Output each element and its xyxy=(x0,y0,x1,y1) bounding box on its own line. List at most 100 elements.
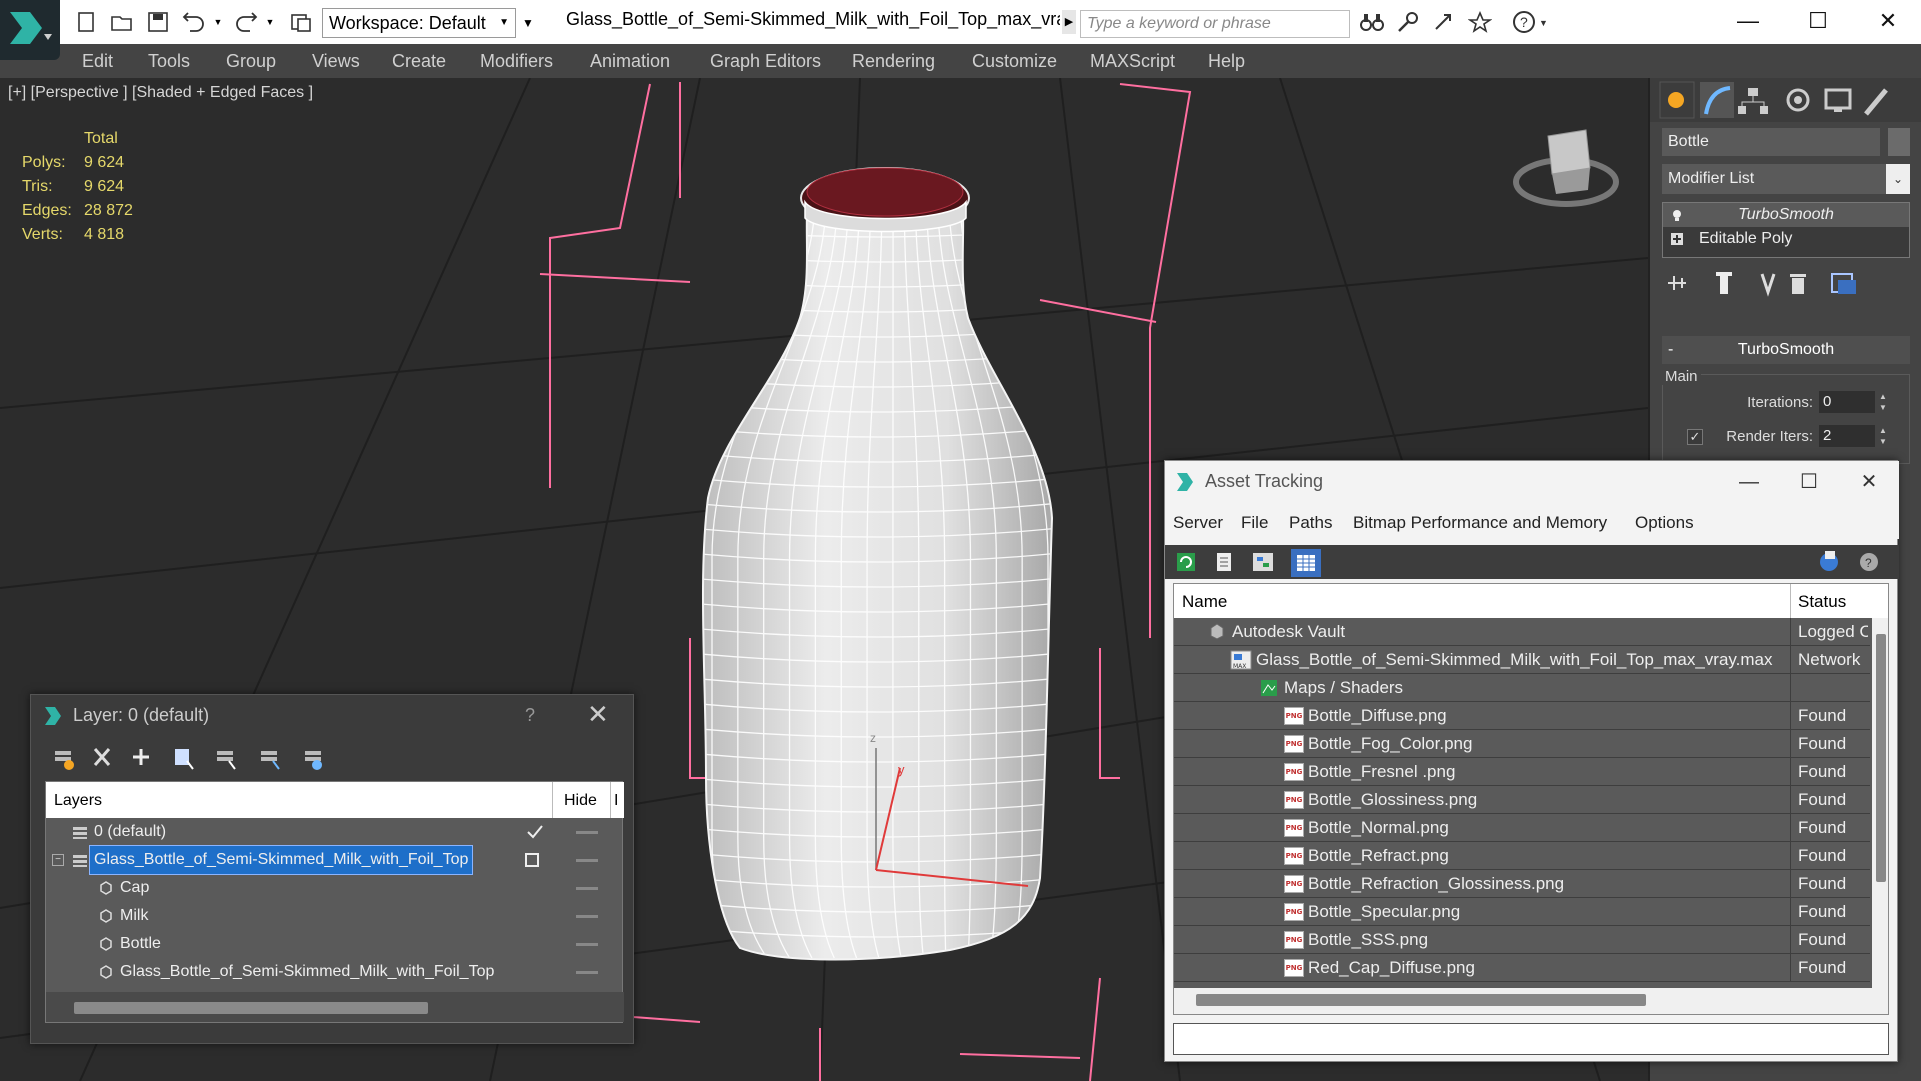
modify-tab-icon[interactable] xyxy=(1700,82,1734,118)
hide-toggle[interactable] xyxy=(576,859,598,862)
view-cube[interactable] xyxy=(1513,129,1619,207)
menu-help[interactable]: Help xyxy=(1208,51,1245,72)
project-folder-icon[interactable] xyxy=(288,8,316,36)
menu-bitmap-performance[interactable]: Bitmap Performance and Memory xyxy=(1353,513,1607,533)
stack-item-turbosmooth[interactable]: TurboSmooth xyxy=(1663,203,1909,227)
hide-toggle[interactable] xyxy=(576,971,598,974)
collapse-icon[interactable]: − xyxy=(52,854,64,866)
save-icon[interactable] xyxy=(144,8,172,36)
configure-modifier-sets-icon[interactable] xyxy=(1831,273,1856,294)
asset-row[interactable]: PNG Bottle_Refraction_Glossiness.png Fou… xyxy=(1174,870,1870,898)
hide-toggle[interactable] xyxy=(576,831,598,834)
close-button[interactable]: ✕ xyxy=(1868,6,1908,36)
refresh-icon[interactable] xyxy=(1177,553,1195,571)
object-row[interactable]: Glass_Bottle_of_Semi-Skimmed_Milk_with_F… xyxy=(46,958,624,986)
asset-row[interactable]: PNG Bottle_Normal.png Found xyxy=(1174,814,1870,842)
asset-row[interactable]: PNG Bottle_Refract.png Found xyxy=(1174,842,1870,870)
close-icon[interactable]: ✕ xyxy=(587,695,609,733)
menu-animation[interactable]: Animation xyxy=(590,51,670,72)
asset-row[interactable]: MAX Glass_Bottle_of_Semi-Skimmed_Milk_wi… xyxy=(1174,646,1870,674)
help-icon[interactable]: ? xyxy=(525,695,535,735)
hide-toggle[interactable] xyxy=(576,943,598,946)
show-end-result-icon[interactable] xyxy=(1716,272,1732,294)
column-status[interactable]: Status xyxy=(1798,592,1846,612)
expand-arrow-icon[interactable]: ▶ xyxy=(1062,10,1076,34)
layer-row[interactable]: 0 (default) xyxy=(46,818,624,846)
maximize-button[interactable]: ☐ xyxy=(1798,6,1838,36)
menu-maxscript[interactable]: MAXScript xyxy=(1090,51,1175,72)
lightbulb-icon[interactable] xyxy=(1671,209,1683,221)
asset-row[interactable]: PNG Bottle_Fresnel .png Found xyxy=(1174,758,1870,786)
asset-row[interactable]: PNG Bottle_Fog_Color.png Found xyxy=(1174,730,1870,758)
column-hide[interactable]: Hide xyxy=(564,792,597,810)
make-unique-icon[interactable] xyxy=(1760,273,1776,297)
vault-help-icon[interactable]: ? xyxy=(1860,553,1878,571)
add-to-layer-icon[interactable] xyxy=(133,749,149,765)
workspace-dropdown[interactable]: Workspace: Default ▼ xyxy=(322,8,516,38)
object-row[interactable]: Bottle xyxy=(46,930,624,958)
asset-row[interactable]: PNG Bottle_Specular.png Found xyxy=(1174,898,1870,926)
asset-row[interactable]: Maps / Shaders xyxy=(1174,674,1870,702)
create-tab-icon[interactable] xyxy=(1659,81,1695,119)
vertical-scrollbar[interactable] xyxy=(1876,634,1886,882)
layer-settings-icon[interactable] xyxy=(305,751,322,770)
pin-stack-icon[interactable] xyxy=(1668,276,1686,290)
search-input[interactable]: Type a keyword or phrase xyxy=(1080,10,1350,38)
column-extra[interactable]: I xyxy=(614,792,618,810)
display-tab-icon[interactable] xyxy=(1824,88,1852,112)
menu-modifiers[interactable]: Modifiers xyxy=(480,51,553,72)
menu-rendering[interactable]: Rendering xyxy=(852,51,935,72)
hide-toggle[interactable] xyxy=(576,887,598,890)
menu-create[interactable]: Create xyxy=(392,51,446,72)
list-view-icon[interactable] xyxy=(1217,553,1231,571)
asset-path-field[interactable] xyxy=(1173,1023,1889,1055)
tree-view-icon[interactable] xyxy=(1253,553,1273,571)
viewport-label[interactable]: [+] [Perspective ] [Shaded + Edged Faces… xyxy=(8,84,313,102)
asset-row[interactable]: PNG Bottle_SSS.png Found xyxy=(1174,926,1870,954)
key-icon[interactable] xyxy=(1394,8,1422,36)
vault-connect-icon[interactable] xyxy=(1820,551,1838,571)
undo-dropdown-icon[interactable]: ▼ xyxy=(210,8,226,36)
star-icon[interactable] xyxy=(1466,8,1494,36)
asset-row[interactable]: PNG Bottle_Diffuse.png Found xyxy=(1174,702,1870,730)
menu-options[interactable]: Options xyxy=(1635,513,1694,533)
menu-customize[interactable]: Customize xyxy=(972,51,1057,72)
set-current-box-icon[interactable] xyxy=(524,852,542,868)
horizontal-scrollbar[interactable] xyxy=(74,1002,428,1014)
menu-file[interactable]: File xyxy=(1241,513,1268,533)
remove-modifier-icon[interactable] xyxy=(1790,274,1806,294)
object-name-field[interactable]: Bottle xyxy=(1662,128,1880,156)
select-layer-objects-icon[interactable] xyxy=(175,749,194,770)
select-layer-icon[interactable] xyxy=(217,751,236,770)
layer-row[interactable]: − Glass_Bottle_of_Semi-Skimmed_Milk_with… xyxy=(46,845,624,875)
column-name[interactable]: Name xyxy=(1182,592,1227,612)
maximize-button[interactable]: ☐ xyxy=(1789,467,1829,497)
object-color-swatch[interactable] xyxy=(1888,128,1910,156)
menu-views[interactable]: Views xyxy=(312,51,360,72)
iterations-field[interactable]: 0 xyxy=(1819,391,1875,413)
set-current-layer-icon[interactable] xyxy=(261,751,280,770)
new-file-icon[interactable] xyxy=(72,8,100,36)
menu-group[interactable]: Group xyxy=(226,51,276,72)
asset-row[interactable]: PNG Red_Cap_Diffuse.png Found xyxy=(1174,954,1870,982)
close-button[interactable]: ✕ xyxy=(1849,467,1889,497)
workspace-menu-icon[interactable]: ▼ xyxy=(518,10,538,36)
menu-tools[interactable]: Tools xyxy=(148,51,190,72)
render-iters-field[interactable]: 2 xyxy=(1819,425,1875,447)
iterations-spinner-icon[interactable]: ▲ ▼ xyxy=(1877,391,1889,413)
stack-item-editable-poly[interactable]: Editable Poly xyxy=(1663,227,1909,251)
current-layer-check-icon[interactable] xyxy=(526,824,544,840)
app-logo-icon[interactable] xyxy=(0,0,60,60)
render-iters-checkbox[interactable]: ✓ xyxy=(1687,429,1703,445)
motion-tab-icon[interactable] xyxy=(1786,88,1810,112)
table-view-icon[interactable] xyxy=(1291,549,1321,577)
menu-edit[interactable]: Edit xyxy=(82,51,113,72)
bottle-mesh[interactable] xyxy=(690,167,1060,962)
menu-graph-editors[interactable]: Graph Editors xyxy=(710,51,821,72)
object-row[interactable]: Milk xyxy=(46,902,624,930)
expand-plus-icon[interactable] xyxy=(1671,233,1683,245)
redo-dropdown-icon[interactable]: ▼ xyxy=(262,8,278,36)
minimize-button[interactable]: — xyxy=(1729,467,1769,497)
menu-paths[interactable]: Paths xyxy=(1289,513,1332,533)
undo-icon[interactable] xyxy=(180,8,208,36)
